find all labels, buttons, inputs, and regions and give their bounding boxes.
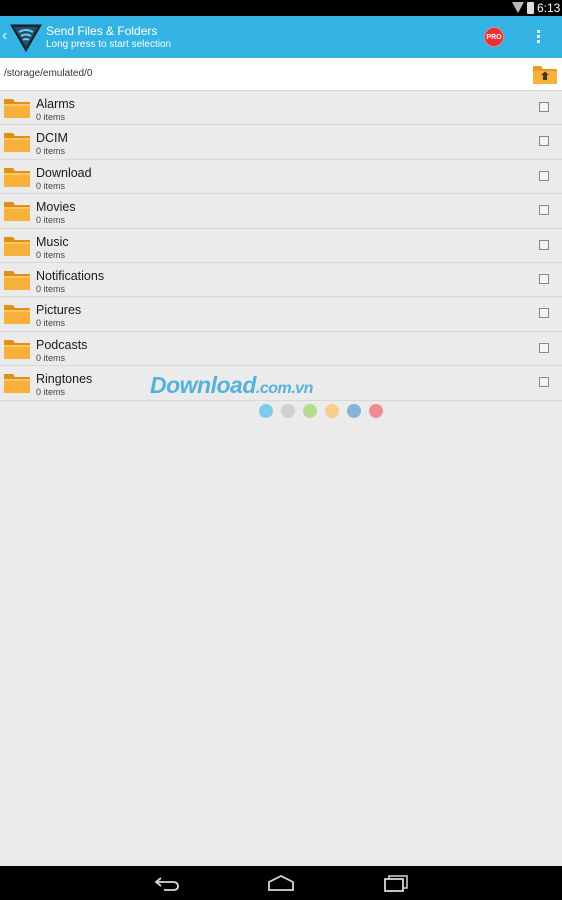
folder-name: Notifications bbox=[36, 268, 105, 283]
list-item[interactable]: Notifications 0 items bbox=[0, 263, 562, 298]
select-checkbox[interactable] bbox=[539, 136, 549, 147]
folder-name: Podcasts bbox=[36, 337, 88, 352]
select-checkbox[interactable] bbox=[539, 102, 549, 112]
folder-item-count: 0 items bbox=[36, 146, 66, 157]
folder-name: Ringtones bbox=[36, 372, 93, 387]
watermark-suffix: .com.vn bbox=[255, 380, 313, 397]
folder-icon bbox=[4, 374, 30, 394]
folder-item-count: 0 items bbox=[36, 215, 66, 226]
watermark-logo: Download.com.vn bbox=[150, 372, 313, 399]
folder-name: Download bbox=[36, 165, 92, 180]
folder-name: Music bbox=[36, 234, 69, 249]
select-checkbox[interactable] bbox=[539, 239, 549, 250]
select-checkbox[interactable] bbox=[539, 377, 549, 388]
folder-icon bbox=[4, 236, 30, 256]
folder-name: Alarms bbox=[36, 97, 75, 111]
folder-icon bbox=[4, 339, 30, 359]
folder-item-count: 0 items bbox=[36, 318, 66, 329]
folder-up-icon[interactable] bbox=[532, 63, 558, 85]
current-path: /storage/emulated/0 bbox=[4, 68, 93, 79]
battery-icon bbox=[527, 2, 534, 14]
pro-badge-button[interactable]: PRO bbox=[484, 27, 504, 47]
list-item[interactable]: Podcasts 0 items bbox=[0, 332, 562, 367]
select-checkbox[interactable] bbox=[539, 273, 549, 284]
watermark-text: Download bbox=[150, 372, 256, 398]
navigation-bar bbox=[0, 866, 562, 900]
wifi-icon bbox=[512, 2, 524, 13]
app-logo-icon[interactable] bbox=[9, 20, 43, 54]
list-item[interactable]: DCIM 0 items bbox=[0, 125, 562, 160]
folder-item-count: 0 items bbox=[36, 112, 66, 122]
watermark-dot bbox=[325, 404, 339, 418]
folder-list: Alarms 0 items DCIM 0 items Download 0 i… bbox=[0, 91, 562, 401]
folder-item-count: 0 items bbox=[36, 283, 66, 294]
folder-icon bbox=[4, 202, 30, 222]
folder-icon bbox=[4, 133, 30, 153]
select-checkbox[interactable] bbox=[539, 342, 549, 353]
list-item[interactable]: Pictures 0 items bbox=[0, 297, 562, 332]
up-navigation-chevron-icon[interactable]: ‹ bbox=[2, 28, 7, 44]
folder-item-count: 0 items bbox=[36, 180, 66, 191]
path-bar: /storage/emulated/0 bbox=[0, 58, 562, 91]
list-item[interactable]: Movies 0 items bbox=[0, 194, 562, 229]
folder-icon bbox=[4, 270, 30, 290]
select-checkbox[interactable] bbox=[539, 170, 549, 181]
home-icon[interactable] bbox=[267, 874, 295, 892]
status-time: 6:13 bbox=[537, 1, 561, 15]
folder-icon bbox=[4, 305, 30, 325]
action-bar: ‹ Send Files & Folders Long press to sta… bbox=[0, 16, 562, 58]
folder-icon bbox=[4, 167, 30, 187]
watermark-dot bbox=[303, 404, 317, 418]
select-checkbox[interactable] bbox=[539, 205, 549, 216]
status-bar: 6:13 bbox=[0, 0, 562, 16]
folder-item-count: 0 items bbox=[36, 387, 66, 398]
watermark-dot bbox=[281, 404, 295, 418]
watermark-dot bbox=[259, 404, 273, 418]
folder-name: DCIM bbox=[36, 131, 68, 146]
watermark-dots bbox=[259, 404, 391, 423]
screen-title: Send Files & Folders bbox=[46, 24, 158, 38]
select-checkbox[interactable] bbox=[539, 308, 549, 319]
list-item[interactable]: Alarms 0 items bbox=[0, 91, 562, 126]
watermark-dot bbox=[369, 404, 383, 418]
recents-icon[interactable] bbox=[382, 874, 410, 892]
folder-name: Pictures bbox=[36, 303, 82, 318]
screen-subtitle: Long press to start selection bbox=[46, 39, 172, 50]
folder-item-count: 0 items bbox=[36, 249, 66, 260]
list-item[interactable]: Download 0 items bbox=[0, 160, 562, 195]
overflow-menu-icon[interactable] bbox=[533, 28, 543, 48]
folder-item-count: 0 items bbox=[36, 352, 66, 363]
watermark-dot bbox=[347, 404, 361, 418]
back-icon[interactable] bbox=[153, 874, 181, 892]
list-item[interactable]: Music 0 items bbox=[0, 229, 562, 263]
folder-icon bbox=[4, 99, 30, 118]
folder-name: Movies bbox=[36, 200, 76, 215]
